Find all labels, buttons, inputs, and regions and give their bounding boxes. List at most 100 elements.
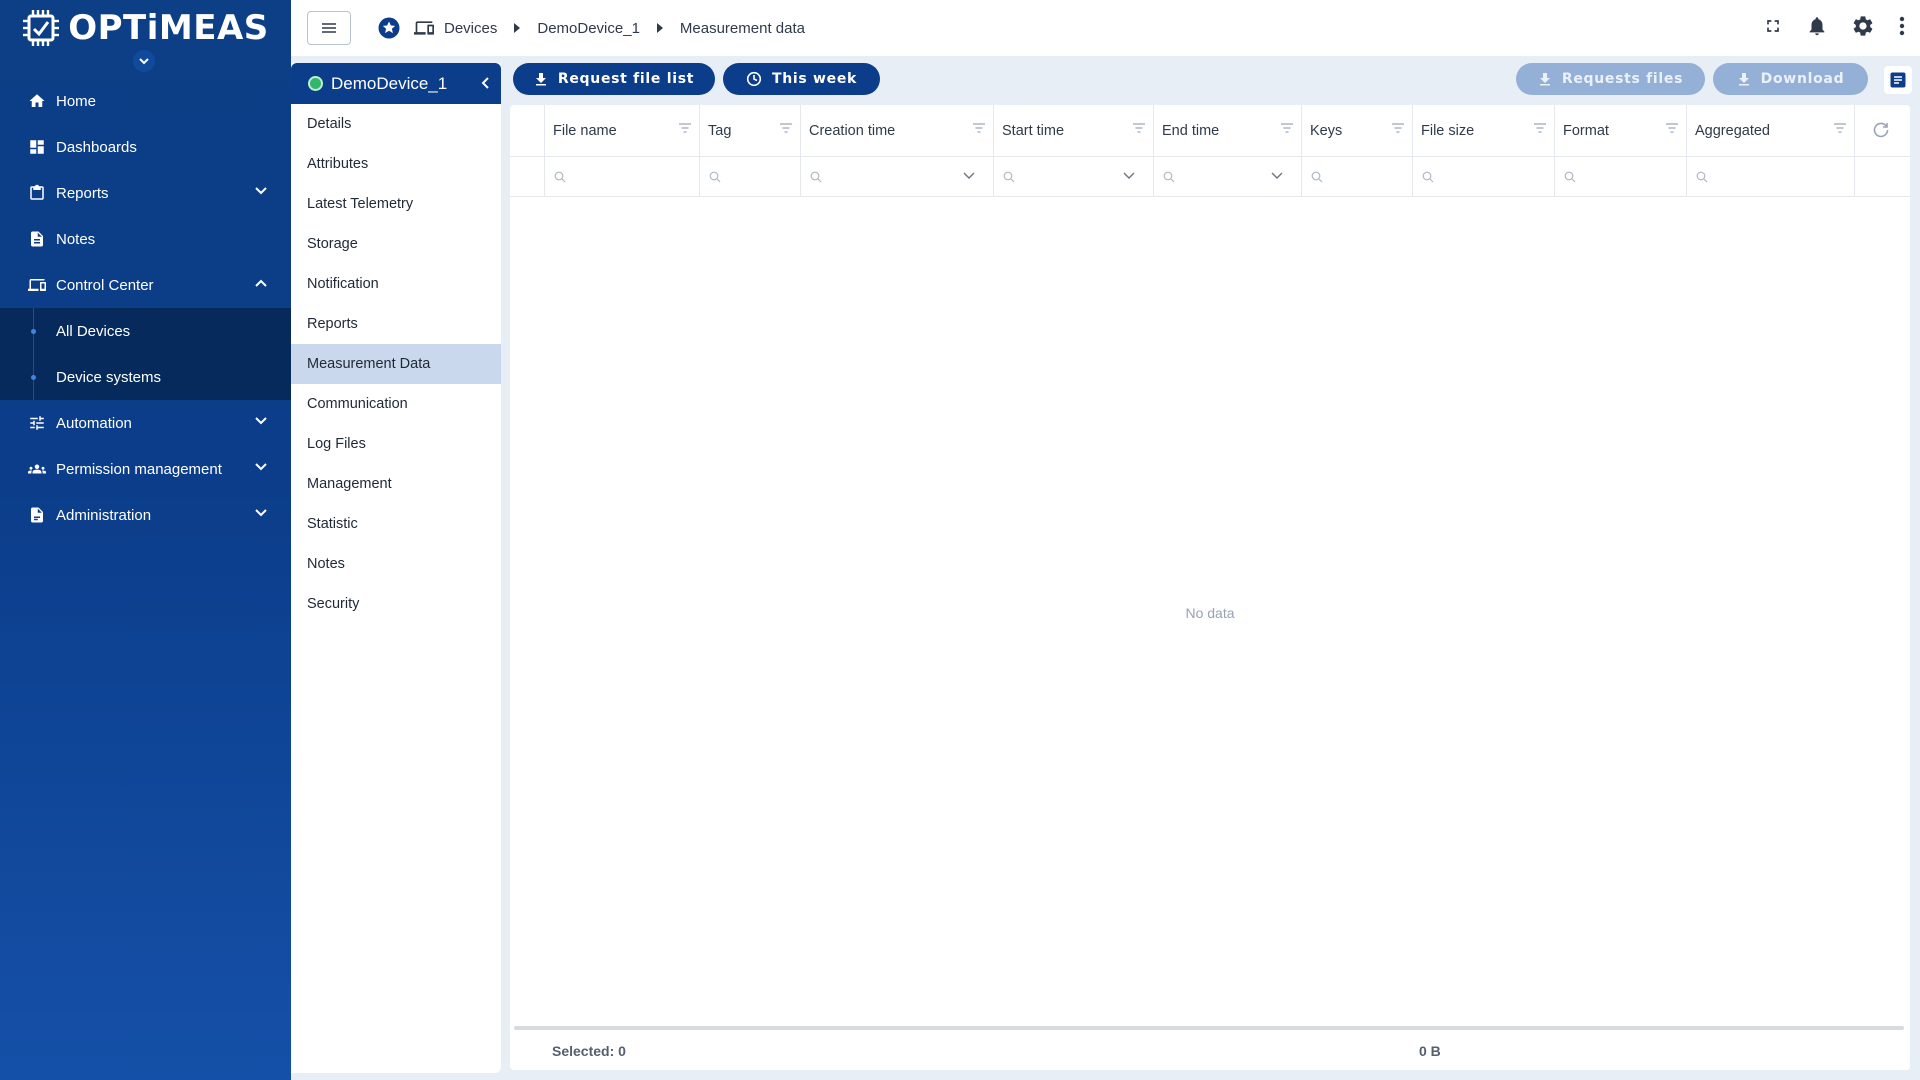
column-header-file-name[interactable]: File name — [545, 105, 700, 156]
admin-icon — [27, 505, 47, 525]
device-menu-item-attributes[interactable]: Attributes — [291, 144, 501, 184]
device-menu-item-notes[interactable]: Notes — [291, 544, 501, 584]
filter-input-start-time[interactable] — [994, 157, 1154, 196]
column-header-start-time[interactable]: Start time — [994, 105, 1154, 156]
filter-icon[interactable] — [679, 123, 691, 133]
nav-item-device-systems[interactable]: Device systems — [0, 354, 291, 400]
chevron-down-icon[interactable] — [1271, 172, 1283, 180]
nav-item-permission-management[interactable]: Permission management — [0, 446, 291, 492]
device-menu-item-log-files[interactable]: Log Files — [291, 424, 501, 464]
column-header-creation-time[interactable]: Creation time — [801, 105, 994, 156]
request-file-list-button[interactable]: Request file list — [513, 63, 715, 95]
device-menu-item-details[interactable]: Details — [291, 104, 501, 144]
logo[interactable]: OPTiMEAS — [0, 0, 291, 56]
more-vertical-icon[interactable] — [1898, 15, 1906, 37]
search-icon — [554, 171, 566, 183]
filter-input-format[interactable] — [1555, 157, 1687, 196]
device-menu-item-label: Measurement Data — [307, 356, 431, 372]
device-menu-item-measurement-data[interactable]: Measurement Data — [291, 344, 501, 384]
filter-icon[interactable] — [1534, 123, 1546, 133]
filter-icon[interactable] — [1666, 123, 1678, 133]
horizontal-scrollbar[interactable] — [514, 1026, 1904, 1030]
device-menu-item-label: Storage — [307, 236, 358, 252]
breadcrumb: Devices DemoDevice_1 Measurement data — [378, 17, 805, 39]
gear-icon[interactable] — [1851, 14, 1875, 38]
time-range-button[interactable]: This week — [723, 63, 880, 95]
device-header: DemoDevice_1 — [291, 63, 501, 104]
breadcrumb-devices[interactable]: Devices — [444, 20, 497, 37]
filter-input-creation-time[interactable] — [801, 157, 994, 196]
device-menu-item-latest-telemetry[interactable]: Latest Telemetry — [291, 184, 501, 224]
device-menu-item-communication[interactable]: Communication — [291, 384, 501, 424]
download-icon — [535, 73, 546, 86]
column-header-keys[interactable]: Keys — [1302, 105, 1413, 156]
home-icon — [27, 91, 47, 111]
refresh-icon[interactable] — [1872, 121, 1890, 139]
chevron-down-icon[interactable] — [1123, 172, 1135, 180]
column-header-file-size[interactable]: File size — [1413, 105, 1555, 156]
nav-item-automation[interactable]: Automation — [0, 400, 291, 446]
device-menu-item-label: Attributes — [307, 156, 369, 172]
nav-collapse-toggle[interactable] — [133, 50, 155, 72]
select-column-header — [510, 105, 545, 156]
device-menu-item-storage[interactable]: Storage — [291, 224, 501, 264]
nav-item-home[interactable]: Home — [0, 78, 291, 124]
menu-toggle-button[interactable] — [307, 11, 351, 45]
device-menu-item-statistic[interactable]: Statistic — [291, 504, 501, 544]
favorite-star-icon[interactable] — [378, 17, 400, 39]
device-menu-item-label: Notes — [307, 556, 345, 572]
clipboard-icon — [27, 183, 47, 203]
filter-icon[interactable] — [973, 123, 985, 133]
search-icon — [1311, 171, 1323, 183]
column-header-format[interactable]: Format — [1555, 105, 1687, 156]
nav-item-administration[interactable]: Administration — [0, 492, 291, 538]
nav-item-label: Reports — [56, 184, 109, 202]
device-menu-item-label: Security — [307, 596, 360, 612]
filter-icon[interactable] — [1281, 123, 1293, 133]
devices-icon — [414, 21, 434, 35]
filter-input-file-name[interactable] — [545, 157, 700, 196]
requests-files-button[interactable]: Requests files — [1516, 63, 1705, 95]
filter-input-keys[interactable] — [1302, 157, 1413, 196]
filter-icon[interactable] — [780, 123, 792, 133]
chip-logo-icon — [23, 10, 60, 46]
collapse-panel-button[interactable] — [479, 76, 493, 90]
filter-input-end-time[interactable] — [1154, 157, 1302, 196]
filter-input-file-size[interactable] — [1413, 157, 1555, 196]
column-header-label: Start time — [1002, 122, 1065, 139]
filter-icon[interactable] — [1834, 123, 1846, 133]
device-menu-item-reports[interactable]: Reports — [291, 304, 501, 344]
button-label: Download — [1760, 71, 1845, 87]
breadcrumb-separator-icon — [513, 23, 521, 33]
nav-item-reports[interactable]: Reports — [0, 170, 291, 216]
filter-input-aggregated[interactable] — [1687, 157, 1855, 196]
filter-input-tag[interactable] — [700, 157, 801, 196]
nav-item-all-devices[interactable]: All Devices — [0, 308, 291, 354]
nav-item-notes[interactable]: Notes — [0, 216, 291, 262]
device-menu-item-label: Statistic — [307, 516, 358, 532]
breadcrumb-device[interactable]: DemoDevice_1 — [537, 20, 640, 37]
fullscreen-icon[interactable] — [1763, 16, 1783, 36]
device-menu-panel: DemoDevice_1 Details Attributes Latest Tel… — [291, 63, 501, 1073]
filter-icon[interactable] — [1392, 123, 1404, 133]
column-header-aggregated[interactable]: Aggregated — [1687, 105, 1855, 156]
hamburger-icon — [322, 23, 336, 33]
column-settings-button[interactable] — [1884, 66, 1912, 94]
nav-item-control-center[interactable]: Control Center — [0, 262, 291, 308]
toolbar: Request file list This week Requests fil… — [512, 63, 1912, 96]
search-icon — [709, 171, 721, 183]
device-title: DemoDevice_1 — [331, 73, 448, 93]
column-header-end-time[interactable]: End time — [1154, 105, 1302, 156]
device-menu-item-notification[interactable]: Notification — [291, 264, 501, 304]
device-menu-item-management[interactable]: Management — [291, 464, 501, 504]
nav-item-dashboards[interactable]: Dashboards — [0, 124, 291, 170]
chevron-down-icon[interactable] — [963, 172, 975, 180]
column-header-tag[interactable]: Tag — [700, 105, 801, 156]
selected-count: Selected: 0 — [552, 1042, 626, 1059]
control-center-submenu: All Devices Device systems — [0, 308, 291, 400]
button-label: Requests files — [1561, 71, 1684, 87]
filter-icon[interactable] — [1133, 123, 1145, 133]
notification-bell-icon[interactable] — [1806, 15, 1828, 37]
download-button[interactable]: Download — [1713, 63, 1868, 95]
device-menu-item-security[interactable]: Security — [291, 584, 501, 624]
